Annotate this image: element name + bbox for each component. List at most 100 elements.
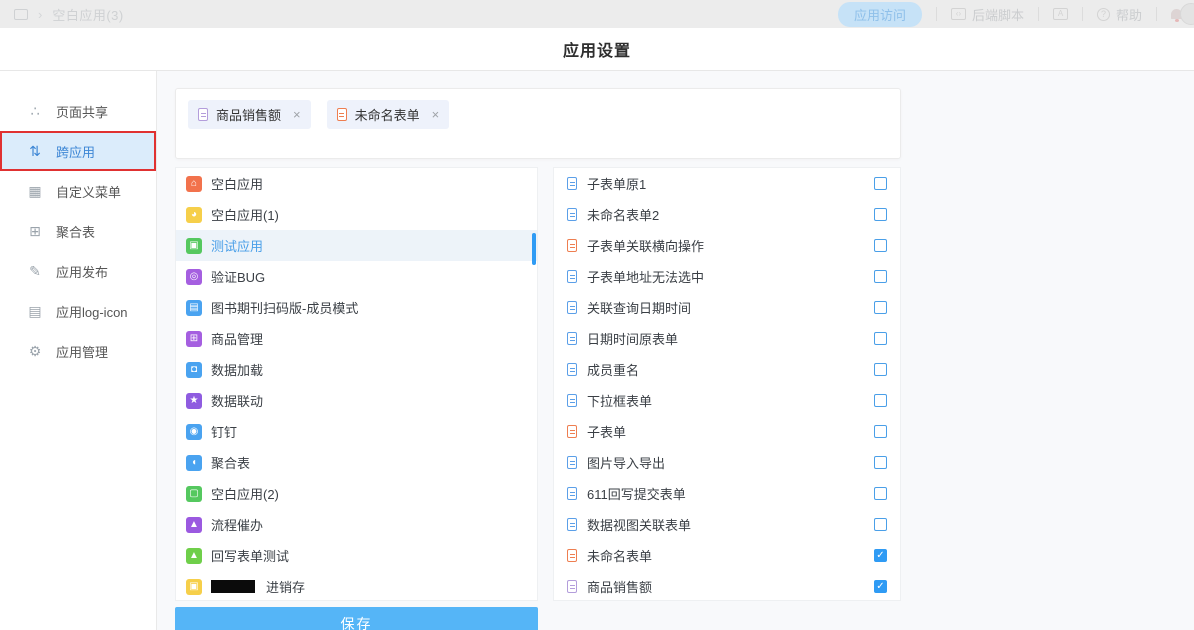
form-doc-icon — [567, 456, 577, 469]
sidebar-item-1[interactable]: ∴ 页面共享 — [0, 91, 156, 131]
form-list-item[interactable]: 子表单关联横向操作 — [554, 230, 900, 261]
form-list-item[interactable]: 成员重名 — [554, 354, 900, 385]
sidebar-item-6[interactable]: ▤ 应用log-icon — [0, 291, 156, 331]
form-checkbox[interactable] — [874, 208, 887, 221]
form-list-item[interactable]: 数据视图关联表单 — [554, 509, 900, 540]
app-label: 空白应用(1) — [211, 205, 279, 224]
form-checkbox[interactable] — [874, 456, 887, 469]
sidebar: ∴ 页面共享 ⇅ 跨应用 ▦ 自定义菜单 ⊞ 聚合表 ✎ 应用发布 ▤ 应用lo… — [0, 71, 157, 630]
app-label: 钉钉 — [211, 422, 237, 441]
form-checkbox[interactable] — [874, 177, 887, 190]
form-checkbox[interactable] — [874, 487, 887, 500]
form-list-item[interactable]: 未命名表单 ✓ — [554, 540, 900, 571]
form-doc-icon — [198, 108, 208, 121]
form-list-item[interactable]: 子表单原1 — [554, 168, 900, 199]
form-checkbox[interactable] — [874, 363, 887, 376]
target-app-icon: ▣ — [186, 238, 202, 254]
app-list-item[interactable]: ▲ 回写表单测试 — [176, 540, 537, 571]
sidebar-item-5[interactable]: ✎ 应用发布 — [0, 251, 156, 291]
form-checkbox[interactable]: ✓ — [874, 549, 887, 562]
app-list-item[interactable]: ◉ 钉钉 — [176, 416, 537, 447]
form-doc-icon — [567, 518, 577, 531]
form-checkbox[interactable] — [874, 239, 887, 252]
app-list-item[interactable]: ▲ 流程催办 — [176, 509, 537, 540]
form-checkbox[interactable]: ✓ — [874, 580, 887, 593]
form-list-item[interactable]: 未命名表单2 — [554, 199, 900, 230]
page-header: 应用设置 — [0, 28, 1194, 71]
app-list-item[interactable]: ⊞ 商品管理 — [176, 323, 537, 354]
sidebar-item-4[interactable]: ⊞ 聚合表 — [0, 211, 156, 251]
form-list-item[interactable]: 611回写提交表单 — [554, 478, 900, 509]
app-list-item[interactable]: ◘ 数据加载 — [176, 354, 537, 385]
dingtalk-app-icon: ◉ — [186, 424, 202, 440]
scrollbar-thumb[interactable] — [532, 233, 536, 265]
form-list-item[interactable]: 图片导入导出 — [554, 447, 900, 478]
avatar[interactable] — [1180, 3, 1194, 25]
form-checkbox[interactable] — [874, 270, 887, 283]
form-doc-icon — [567, 425, 577, 438]
window-icon[interactable] — [14, 9, 28, 20]
sidebar-item-label: 应用log-icon — [56, 302, 128, 321]
sidebar-item-label: 跨应用 — [56, 142, 95, 161]
sidebar-item-3[interactable]: ▦ 自定义菜单 — [0, 171, 156, 211]
form-list-item[interactable]: 子表单地址无法选中 — [554, 261, 900, 292]
form-doc-icon — [567, 301, 577, 314]
form-checkbox[interactable] — [874, 518, 887, 531]
custom-menu-icon: ▦ — [27, 183, 43, 200]
form-checkbox[interactable] — [874, 425, 887, 438]
app-list-item[interactable]: ▣ 测试应用 — [176, 230, 537, 261]
bell-app-icon: ▲ — [186, 517, 202, 533]
app-list-item[interactable]: ◕ 空白应用(1) — [176, 199, 537, 230]
form-label: 关联查询日期时间 — [587, 298, 864, 317]
close-icon[interactable]: × — [293, 107, 301, 122]
save-button[interactable]: 保存 — [175, 607, 538, 630]
app-access-button[interactable]: 应用访问 — [838, 2, 922, 27]
app-list-item[interactable]: ◎ 验证BUG — [176, 261, 537, 292]
backend-script-button[interactable]: ‹› 后端脚本 — [951, 5, 1024, 24]
form-list-item[interactable]: 子表单 — [554, 416, 900, 447]
app-label: 图书期刊扫码版-成员模式 — [211, 298, 358, 317]
form-label: 数据视图关联表单 — [587, 515, 864, 534]
breadcrumb: 空白应用(3) — [52, 5, 123, 24]
pie-app-icon: ◕ — [186, 207, 202, 223]
form-checkbox[interactable] — [874, 332, 887, 345]
form-label: 611回写提交表单 — [587, 484, 864, 503]
bag-app-icon: ◘ — [186, 362, 202, 378]
question-icon: ? — [1097, 8, 1110, 21]
form-doc-icon — [567, 394, 577, 407]
app-list-item[interactable]: ▤ 图书期刊扫码版-成员模式 — [176, 292, 537, 323]
chevron-right-icon: › — [38, 7, 42, 22]
app-list-item[interactable]: ★ 数据联动 — [176, 385, 537, 416]
sidebar-item-2[interactable]: ⇅ 跨应用 — [0, 131, 156, 171]
form-checkbox[interactable] — [874, 394, 887, 407]
form-list-item[interactable]: 关联查询日期时间 — [554, 292, 900, 323]
script-icon: ‹› — [951, 8, 966, 20]
bell-app-icon: ▲ — [186, 548, 202, 564]
form-list-item[interactable]: 商品销售额 ✓ — [554, 571, 900, 601]
app-list-item[interactable]: ▢ 空白应用(2) — [176, 478, 537, 509]
app-list-item[interactable]: ▣ 进销存 — [176, 571, 537, 601]
app-label: 空白应用(2) — [211, 484, 279, 503]
app-list-item[interactable]: ◖ 聚合表 — [176, 447, 537, 478]
app-label: 进销存 — [266, 577, 305, 596]
close-icon[interactable]: × — [432, 107, 440, 122]
message-app-icon: ▢ — [186, 486, 202, 502]
form-label: 未命名表单2 — [587, 205, 864, 224]
form-label: 未命名表单 — [587, 546, 864, 565]
form-label: 子表单 — [587, 422, 864, 441]
app-label: 流程催办 — [211, 515, 263, 534]
main-area: 商品销售额 × 未命名表单 × ⌂ 空白应用 ◕ 空白应用(1) ▣ 测试应用 … — [157, 71, 1194, 630]
form-doc-icon — [567, 332, 577, 345]
form-list-item[interactable]: 日期时间原表单 — [554, 323, 900, 354]
help-button[interactable]: ? 帮助 — [1097, 5, 1142, 24]
sidebar-item-7[interactable]: ⚙ 应用管理 — [0, 331, 156, 371]
form-doc-icon — [567, 239, 577, 252]
translate-icon: A — [1053, 8, 1068, 20]
form-checkbox[interactable] — [874, 301, 887, 314]
app-list-item[interactable]: ⌂ 空白应用 — [176, 168, 537, 199]
form-list-item[interactable]: 下拉框表单 — [554, 385, 900, 416]
translate-button[interactable]: A — [1053, 8, 1068, 20]
form-label: 日期时间原表单 — [587, 329, 864, 348]
app-label: 验证BUG — [211, 267, 265, 286]
app-list-panel: ⌂ 空白应用 ◕ 空白应用(1) ▣ 测试应用 ◎ 验证BUG ▤ 图书期刊扫码… — [175, 167, 538, 601]
